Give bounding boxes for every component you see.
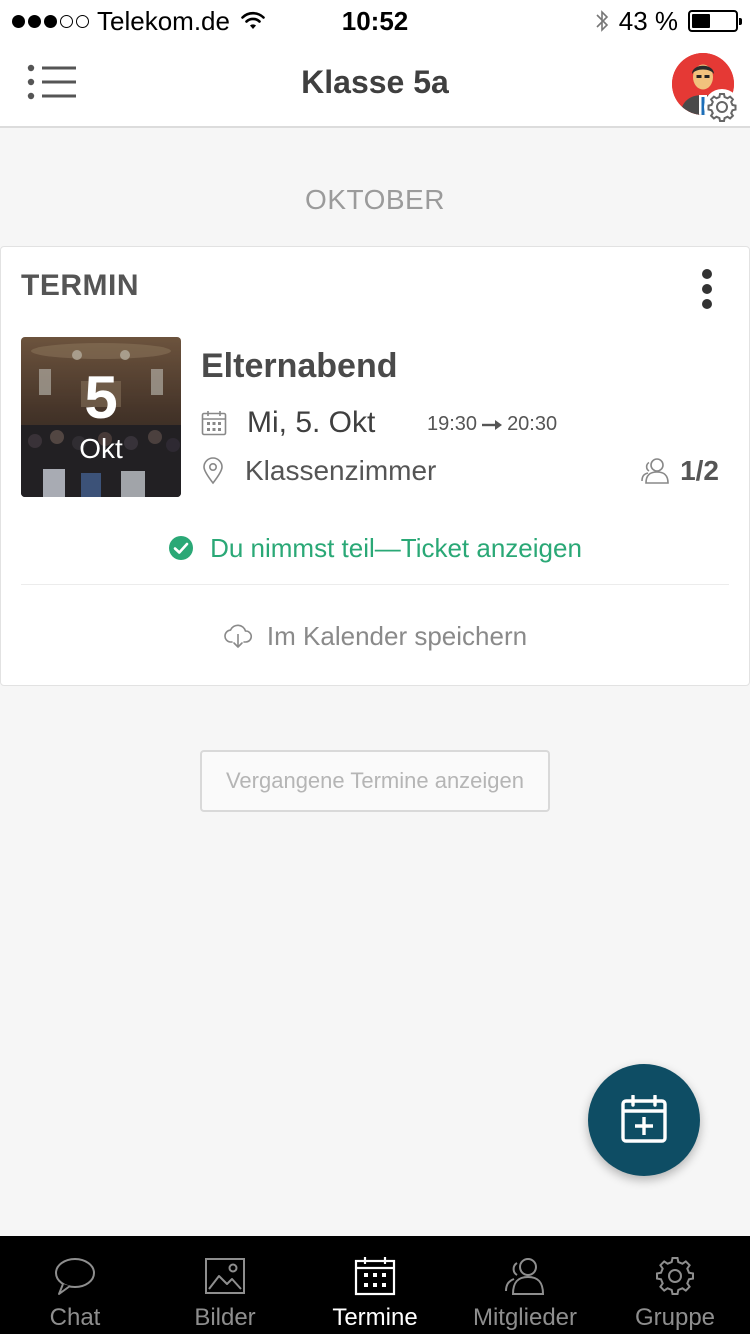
- past-events-button[interactable]: Vergangene Termine anzeigen: [200, 750, 550, 812]
- tab-chat[interactable]: Chat: [0, 1236, 150, 1334]
- battery-percent: 43 %: [618, 5, 678, 36]
- tab-termine[interactable]: Termine: [300, 1236, 450, 1334]
- save-to-calendar-label: Im Kalender speichern: [266, 620, 528, 651]
- page-title: Klasse 5a: [301, 64, 449, 100]
- tab-label: Termine: [332, 1304, 418, 1331]
- event-thumbnail[interactable]: 5 Okt: [21, 337, 181, 497]
- event-day: 5: [84, 364, 118, 431]
- tab-label: Gruppe: [634, 1304, 716, 1331]
- card-type-label: TERMIN: [21, 269, 139, 302]
- gear-icon: [704, 89, 740, 125]
- tab-label: Mitglieder: [472, 1304, 578, 1331]
- event-location-row: Klassenzimmer: [201, 453, 436, 489]
- tab-gruppe[interactable]: Gruppe: [600, 1236, 750, 1334]
- gear-icon: [653, 1256, 697, 1296]
- calendar-icon: [353, 1256, 397, 1296]
- end-time: 20:30: [507, 413, 558, 435]
- navigation-bar: Klasse 5a: [0, 40, 750, 128]
- month-heading: OKTOBER: [305, 184, 445, 215]
- event-title[interactable]: Elternabend: [201, 347, 397, 386]
- participants-value: 1/2: [680, 455, 719, 486]
- more-options-icon[interactable]: [695, 269, 719, 309]
- image-icon: [203, 1256, 247, 1296]
- status-right: 43 %: [595, 5, 742, 36]
- event-card[interactable]: TERMIN 5 Okt Elternabend Mi, 5. Okt 19:3…: [0, 246, 750, 686]
- event-date-row: Mi, 5. Okt: [201, 405, 375, 441]
- event-time-range: 19:30 20:30: [427, 413, 557, 436]
- event-month: Okt: [79, 433, 123, 464]
- cloud-download-icon: [223, 623, 253, 649]
- tab-mitglieder[interactable]: Mitglieder: [450, 1236, 600, 1334]
- event-date: Mi, 5. Okt: [247, 406, 376, 439]
- divider: [21, 584, 729, 585]
- attendance-status[interactable]: Du nimmst teil—Ticket anzeigen: [1, 531, 749, 565]
- calendar-add-icon: [620, 1095, 668, 1145]
- event-location: Klassenzimmer: [245, 455, 437, 486]
- status-bar: Telekom.de 10:52 43 %: [0, 0, 750, 40]
- location-pin-icon: [201, 457, 225, 485]
- check-circle-icon: [168, 535, 194, 561]
- members-icon: [640, 457, 670, 485]
- calendar-icon: [201, 410, 227, 436]
- battery-icon: [688, 10, 742, 32]
- battery-level: [692, 14, 711, 28]
- arrow-right-icon: [481, 418, 503, 432]
- members-icon: [503, 1256, 547, 1296]
- save-to-calendar-button[interactable]: Im Kalender speichern: [1, 619, 749, 653]
- tab-label: Bilder: [194, 1304, 256, 1331]
- add-event-button[interactable]: [588, 1064, 700, 1176]
- participants-count[interactable]: 1/2: [640, 453, 719, 489]
- group-settings-button[interactable]: [672, 53, 740, 125]
- tab-bilder[interactable]: Bilder: [150, 1236, 300, 1334]
- start-time: 19:30: [427, 413, 478, 435]
- tab-bar: Chat Bilder Termine Mitglieder Gruppe: [0, 1236, 750, 1334]
- tab-label: Chat: [49, 1304, 101, 1331]
- ticket-link[interactable]: Du nimmst teil—Ticket anzeigen: [210, 533, 582, 564]
- bluetooth-icon: [595, 9, 609, 33]
- chat-icon: [53, 1256, 97, 1296]
